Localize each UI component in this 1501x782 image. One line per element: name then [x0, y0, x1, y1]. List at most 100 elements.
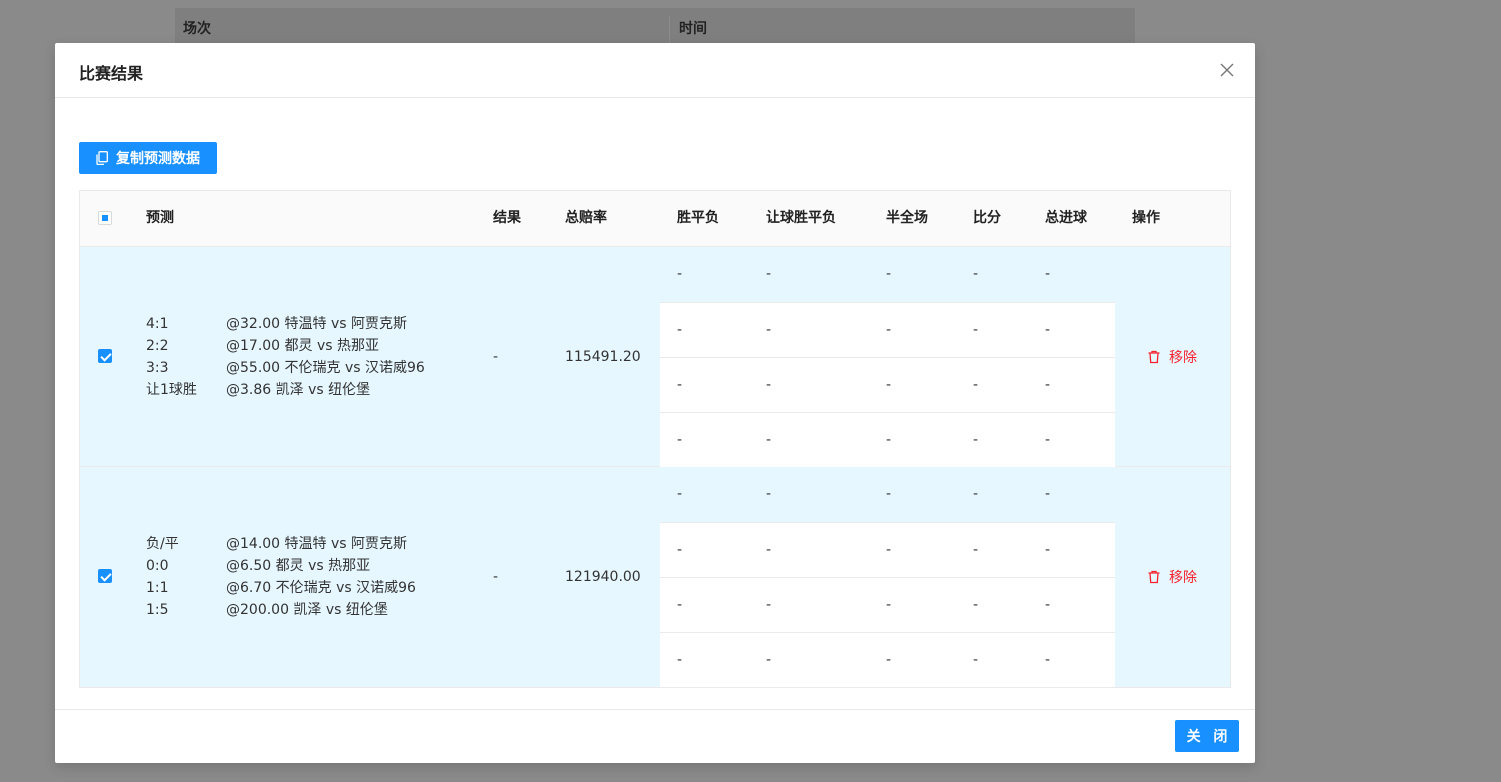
- prediction-item: 4:1 @32.00 特温特 vs 阿贾克斯: [146, 313, 425, 335]
- prediction-item: 让1球胜 @3.86 凯泽 vs 纽伦堡: [146, 379, 425, 401]
- handicap-value: -: [766, 432, 772, 448]
- handicap-value: -: [766, 542, 772, 558]
- background-table-header: 场次 时间: [175, 8, 1135, 44]
- trash-icon: [1147, 570, 1161, 584]
- subgrid-row: - - - - -: [660, 632, 1115, 687]
- subgrid-row: - - - - -: [660, 302, 1115, 357]
- prediction-detail: @17.00 都灵 vs 热那亚: [226, 338, 380, 354]
- win-draw-lose-value: -: [677, 542, 683, 558]
- subgrid-row: - - - - -: [660, 412, 1115, 467]
- remove-button[interactable]: 移除: [1147, 566, 1197, 588]
- handicap-value: -: [766, 322, 772, 338]
- copy-prediction-data-button[interactable]: 复制预测数据: [79, 142, 217, 174]
- half-full-value: -: [886, 652, 892, 668]
- table-row: 负/平 @14.00 特温特 vs 阿贾克斯 0:0 @6.50 都灵 vs 热那亚…: [80, 467, 1230, 687]
- win-draw-lose-value: -: [677, 652, 683, 668]
- header-score: 比分: [973, 210, 1001, 226]
- score-value: -: [973, 597, 979, 613]
- close-button[interactable]: 关 闭: [1175, 720, 1239, 752]
- total-odds-value: 115491.20: [565, 349, 641, 365]
- total-goals-value: -: [1045, 322, 1051, 338]
- header-handicap: 让球胜平负: [766, 210, 836, 226]
- win-draw-lose-value: -: [677, 597, 683, 613]
- modal-footer: 关 闭: [55, 709, 1255, 763]
- win-draw-lose-value: -: [677, 486, 683, 502]
- total-goals-value: -: [1045, 652, 1051, 668]
- prediction-list: 4:1 @32.00 特温特 vs 阿贾克斯 2:2 @17.00 都灵 vs 热那…: [146, 313, 425, 401]
- match-results-subgrid: - - - - - - - - - - - - - - - - - - - -: [660, 247, 1115, 467]
- total-odds-value: 121940.00: [565, 569, 641, 585]
- handicap-value: -: [766, 266, 772, 282]
- prediction-pick: 1:1: [146, 580, 169, 596]
- match-results-subgrid: - - - - - - - - - - - - - - - - - - - -: [660, 467, 1115, 687]
- score-value: -: [973, 377, 979, 393]
- half-full-value: -: [886, 597, 892, 613]
- subgrid-row: - - - - -: [660, 522, 1115, 577]
- header-total-goals: 总进球: [1045, 210, 1087, 226]
- prediction-pick: 2:2: [146, 338, 169, 354]
- score-value: -: [973, 432, 979, 448]
- win-draw-lose-value: -: [677, 322, 683, 338]
- subgrid-row: - - - - -: [660, 467, 1115, 522]
- trash-icon: [1147, 350, 1161, 364]
- handicap-value: -: [766, 597, 772, 613]
- score-value: -: [973, 652, 979, 668]
- handicap-value: -: [766, 486, 772, 502]
- copy-button-label: 复制预测数据: [116, 151, 200, 167]
- prediction-item: 1:1 @6.70 不伦瑞克 vs 汉诺威96: [146, 577, 416, 599]
- prediction-pick: 1:5: [146, 602, 169, 618]
- score-value: -: [973, 486, 979, 502]
- prediction-detail: @32.00 特温特 vs 阿贾克斯: [226, 316, 408, 332]
- total-goals-value: -: [1045, 486, 1051, 502]
- copy-icon: [96, 151, 108, 165]
- half-full-value: -: [886, 377, 892, 393]
- result-value: -: [493, 349, 499, 365]
- prediction-pick: 负/平: [146, 536, 179, 552]
- subgrid-row: - - - - -: [660, 247, 1115, 302]
- score-value: -: [973, 322, 979, 338]
- win-draw-lose-value: -: [677, 432, 683, 448]
- win-draw-lose-value: -: [677, 266, 683, 282]
- score-value: -: [973, 542, 979, 558]
- result-value: -: [493, 569, 499, 585]
- prediction-pick: 0:0: [146, 558, 169, 574]
- header-half-full: 半全场: [886, 210, 928, 226]
- half-full-value: -: [886, 322, 892, 338]
- subgrid-row: - - - - -: [660, 577, 1115, 632]
- match-results-modal: 比赛结果 复制预测数据 预测 结果 总赔率 胜平负 让球胜平负 半全场 比分 总…: [55, 43, 1255, 763]
- handicap-value: -: [766, 652, 772, 668]
- half-full-value: -: [886, 432, 892, 448]
- win-draw-lose-value: -: [677, 377, 683, 393]
- header-prediction: 预测: [146, 210, 174, 226]
- total-goals-value: -: [1045, 432, 1051, 448]
- prediction-pick: 让1球胜: [146, 382, 197, 398]
- remove-label: 移除: [1169, 570, 1197, 586]
- prediction-detail: @55.00 不伦瑞克 vs 汉诺威96: [226, 360, 425, 376]
- score-value: -: [973, 266, 979, 282]
- half-full-value: -: [886, 266, 892, 282]
- prediction-pick: 3:3: [146, 360, 169, 376]
- background-column-time: 时间: [679, 21, 707, 37]
- prediction-item: 2:2 @17.00 都灵 vs 热那亚: [146, 335, 425, 357]
- header-result: 结果: [493, 210, 521, 226]
- prediction-detail: @6.70 不伦瑞克 vs 汉诺威96: [226, 580, 416, 596]
- prediction-detail: @6.50 都灵 vs 热那亚: [226, 558, 371, 574]
- header-action: 操作: [1132, 210, 1160, 226]
- prediction-detail: @3.86 凯泽 vs 纽伦堡: [226, 382, 371, 398]
- half-full-value: -: [886, 486, 892, 502]
- header-win-draw-lose: 胜平负: [677, 210, 719, 226]
- row-checkbox[interactable]: [98, 349, 112, 363]
- predictions-table: 预测 结果 总赔率 胜平负 让球胜平负 半全场 比分 总进球 操作 4:1 @32…: [79, 190, 1231, 688]
- header-total-odds: 总赔率: [565, 210, 607, 226]
- modal-title: 比赛结果: [79, 64, 144, 83]
- prediction-item: 3:3 @55.00 不伦瑞克 vs 汉诺威96: [146, 357, 425, 379]
- total-goals-value: -: [1045, 377, 1051, 393]
- subgrid-row: - - - - -: [660, 357, 1115, 412]
- remove-label: 移除: [1169, 350, 1197, 366]
- close-icon[interactable]: [1217, 60, 1237, 80]
- table-row: 4:1 @32.00 特温特 vs 阿贾克斯 2:2 @17.00 都灵 vs 热那…: [80, 247, 1230, 467]
- row-checkbox[interactable]: [98, 569, 112, 583]
- table-header: 预测 结果 总赔率 胜平负 让球胜平负 半全场 比分 总进球 操作: [80, 191, 1230, 247]
- select-all-checkbox[interactable]: [98, 211, 112, 225]
- remove-button[interactable]: 移除: [1147, 346, 1197, 368]
